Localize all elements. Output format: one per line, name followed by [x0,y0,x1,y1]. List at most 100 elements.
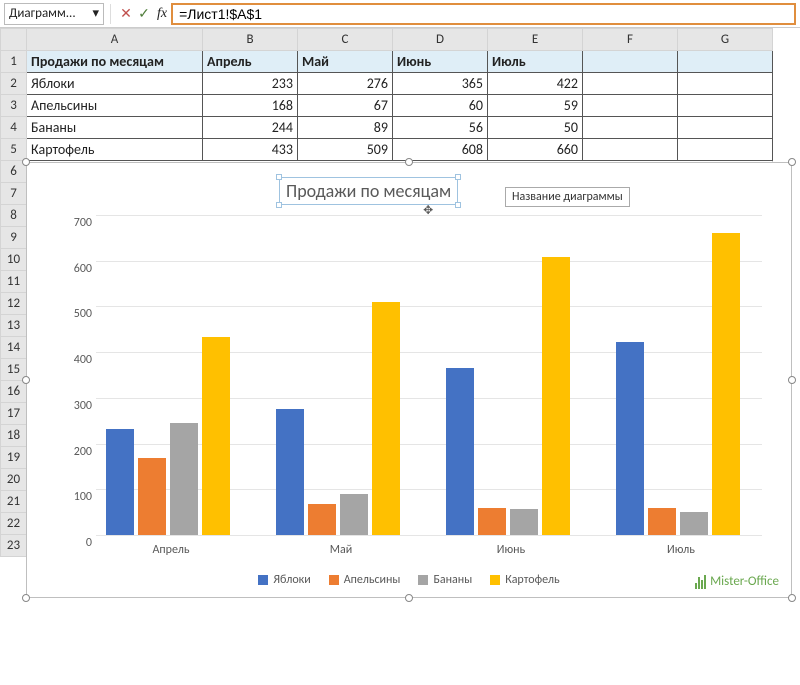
row-header[interactable]: 20 [1,469,27,491]
bar[interactable] [648,508,676,535]
cell[interactable]: 168 [203,95,298,117]
cell[interactable]: 233 [203,73,298,95]
legend-item[interactable]: Картофель [490,573,559,587]
col-header[interactable]: B [203,29,298,51]
row-header[interactable]: 7 [1,183,27,205]
cell[interactable] [678,51,773,73]
cancel-icon[interactable]: ✕ [117,5,135,23]
col-header[interactable]: D [393,29,488,51]
cell[interactable]: Июнь [393,51,488,73]
cell[interactable] [583,95,678,117]
row-header[interactable]: 10 [1,249,27,271]
cell[interactable]: Картофель [27,139,203,161]
col-header[interactable]: C [298,29,393,51]
cell[interactable] [583,73,678,95]
row-header[interactable]: 21 [1,491,27,513]
cell[interactable]: 244 [203,117,298,139]
resize-handle[interactable] [276,174,282,180]
bar[interactable] [372,302,400,535]
bar[interactable] [680,512,708,535]
resize-handle[interactable] [22,376,30,384]
cell[interactable]: Продажи по месяцам [27,51,203,73]
cell[interactable]: Апельсины [27,95,203,117]
accept-icon[interactable]: ✓ [135,5,153,23]
bar[interactable] [510,509,538,535]
row-header[interactable]: 17 [1,403,27,425]
cell[interactable]: 50 [488,117,583,139]
row-header[interactable]: 12 [1,293,27,315]
cell[interactable]: 509 [298,139,393,161]
row-header[interactable]: 18 [1,425,27,447]
cell[interactable]: Апрель [203,51,298,73]
cell[interactable]: Яблоки [27,73,203,95]
row-header[interactable]: 9 [1,227,27,249]
chart-title[interactable]: Продажи по месяцам ✥ [279,177,458,205]
bar[interactable] [170,423,198,535]
worksheet[interactable]: A B C D E F G 1 Продажи по месяцам Апрел… [0,28,800,557]
cell[interactable] [583,51,678,73]
bar[interactable] [616,342,644,535]
resize-handle[interactable] [22,594,30,602]
formula-input[interactable] [171,3,796,25]
cell[interactable] [678,73,773,95]
resize-handle[interactable] [405,158,413,166]
cell[interactable]: 60 [393,95,488,117]
chart-plot-area[interactable]: 0100200300400500600700АпрельМайИюньИюль [62,215,762,535]
cell[interactable]: 433 [203,139,298,161]
cell[interactable] [678,95,773,117]
row-header[interactable]: 2 [1,73,27,95]
col-header[interactable]: A [27,29,203,51]
row-header[interactable]: 4 [1,117,27,139]
row-header[interactable]: 8 [1,205,27,227]
cell[interactable]: 67 [298,95,393,117]
cell[interactable] [678,117,773,139]
resize-handle[interactable] [455,174,461,180]
row-header[interactable]: 22 [1,513,27,535]
row-header[interactable]: 11 [1,271,27,293]
cell[interactable]: 89 [298,117,393,139]
cell[interactable]: Июль [488,51,583,73]
chart-legend[interactable]: Яблоки Апельсины Бананы Картофель [27,573,791,587]
row-header[interactable]: 1 [1,51,27,73]
bar[interactable] [308,504,336,535]
cell[interactable]: 365 [393,73,488,95]
cell[interactable]: Бананы [27,117,203,139]
cell[interactable] [583,139,678,161]
bar[interactable] [478,508,506,535]
bar[interactable] [276,409,304,535]
bar[interactable] [202,337,230,535]
cell[interactable]: Май [298,51,393,73]
col-header[interactable]: G [678,29,773,51]
cell[interactable]: 59 [488,95,583,117]
legend-item[interactable]: Яблоки [258,573,310,587]
bar[interactable] [542,257,570,535]
bar[interactable] [340,494,368,535]
cell[interactable]: 660 [488,139,583,161]
cell[interactable]: 56 [393,117,488,139]
row-header[interactable]: 5 [1,139,27,161]
bar[interactable] [106,429,134,536]
resize-handle[interactable] [788,158,796,166]
cell[interactable] [678,139,773,161]
resize-handle[interactable] [788,376,796,384]
fx-label[interactable]: fx [157,6,167,22]
bar[interactable] [446,368,474,535]
bar[interactable] [712,233,740,535]
row-header[interactable]: 3 [1,95,27,117]
bar[interactable] [138,458,166,535]
col-header[interactable]: F [583,29,678,51]
legend-item[interactable]: Бананы [418,573,472,587]
resize-handle[interactable] [788,594,796,602]
cell[interactable] [583,117,678,139]
resize-handle[interactable] [405,594,413,602]
legend-item[interactable]: Апельсины [329,573,401,587]
row-header[interactable]: 23 [1,535,27,557]
name-box[interactable]: Диаграмм... ▾ [4,3,104,25]
cell[interactable]: 276 [298,73,393,95]
row-header[interactable]: 13 [1,315,27,337]
resize-handle[interactable] [276,202,282,208]
embedded-chart[interactable]: Продажи по месяцам ✥ Название диаграммы … [26,162,792,598]
select-all-cell[interactable] [1,29,27,51]
cell[interactable]: 422 [488,73,583,95]
col-header[interactable]: E [488,29,583,51]
